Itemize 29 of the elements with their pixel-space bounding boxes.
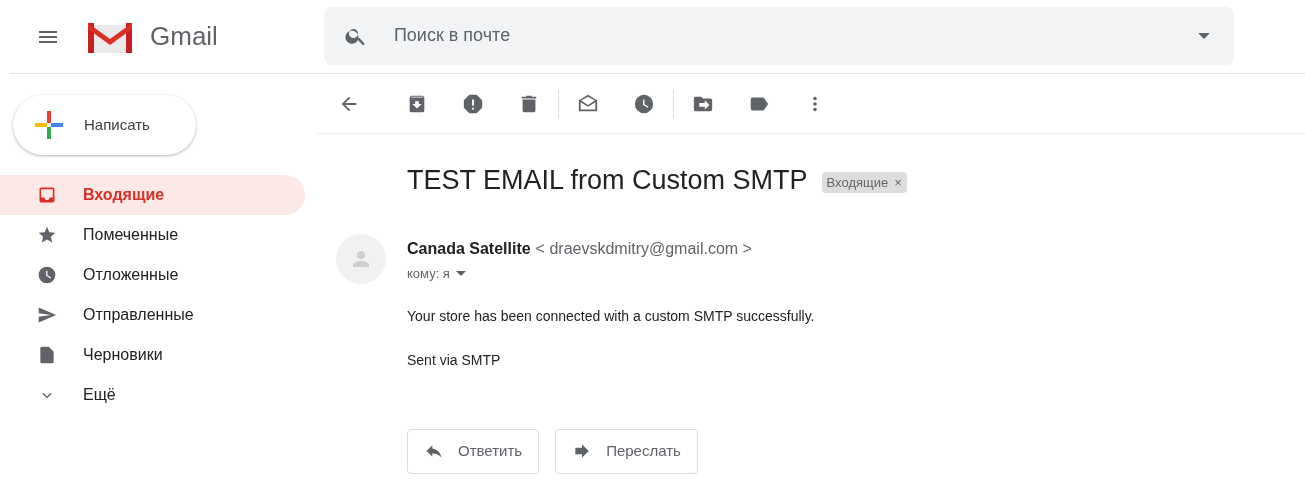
sender-email: < draevskdmitry@gmail.com > xyxy=(535,238,752,259)
document-icon xyxy=(37,345,57,365)
body-paragraph: Your store has been connected with a custom SMTP successfully. xyxy=(407,306,816,326)
recipient-text: кому: я xyxy=(407,264,450,283)
logo-text: Gmail xyxy=(150,20,218,53)
email-subject: TEST EMAIL from Custom SMTP xyxy=(407,164,808,197)
reply-button[interactable]: Ответить xyxy=(407,428,540,474)
sidebar-item[interactable]: Ещё xyxy=(0,375,305,415)
sidebar-item[interactable]: Отложенные xyxy=(0,255,305,295)
clock-icon xyxy=(37,265,57,285)
forward-button[interactable]: Переслать xyxy=(555,428,698,474)
body-paragraph: Sent via SMTP xyxy=(407,350,502,370)
sender-name: Canada Satellite xyxy=(407,238,531,259)
send-icon xyxy=(37,305,57,325)
alert-icon[interactable] xyxy=(462,92,484,115)
caret-icon[interactable] xyxy=(1197,31,1210,40)
compose-button[interactable]: Написать xyxy=(13,95,196,155)
sidebar-item[interactable]: Черновики xyxy=(0,335,305,375)
star-icon xyxy=(37,225,57,245)
inbox-icon xyxy=(37,185,57,205)
sidebar-item[interactable]: Отправленные xyxy=(0,295,305,335)
sidebar-item[interactable]: Помеченные xyxy=(0,215,305,255)
plus-icon xyxy=(33,109,65,141)
clock-icon[interactable] xyxy=(633,92,655,115)
sidebar-item[interactable]: Входящие xyxy=(0,175,305,215)
remove-label-button[interactable]: × xyxy=(894,172,902,192)
label-name: Входящие xyxy=(826,173,889,192)
search-field[interactable]: Поиск в почте xyxy=(323,6,1234,65)
caret-icon[interactable] xyxy=(455,270,466,276)
